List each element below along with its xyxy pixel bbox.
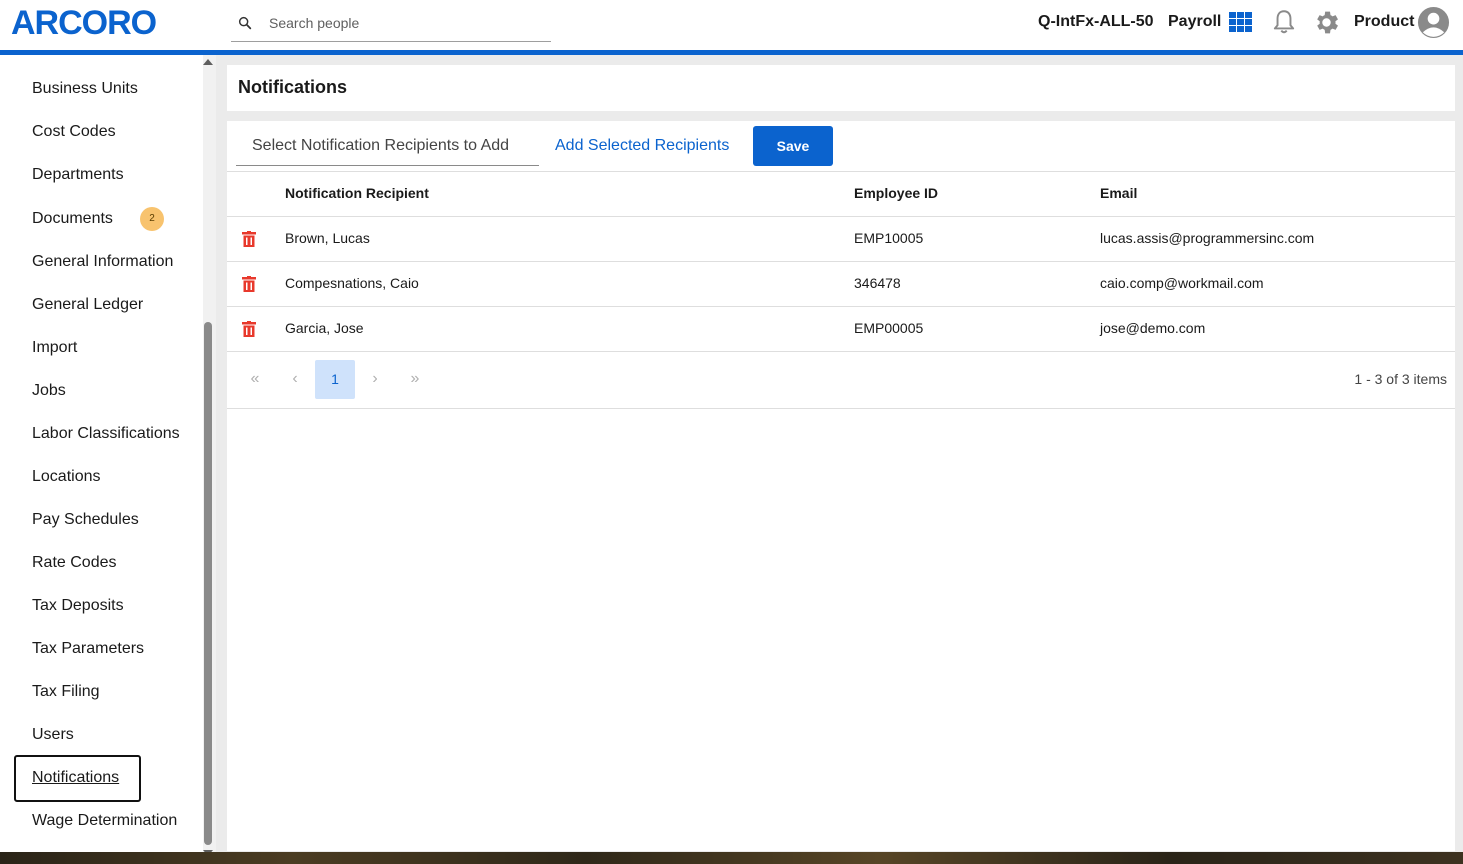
sidebar-item-tax-filing[interactable]: Tax Filing [32,683,100,701]
recipient-name: Compesnations, Caio [285,275,419,291]
sidebar-item-users[interactable]: Users [32,726,74,744]
documents-count-badge: 2 [140,207,164,231]
header-accent-bar [0,50,1463,55]
sidebar-item-cost-codes[interactable]: Cost Codes [32,123,116,141]
table-divider [227,171,1455,172]
sidebar-item-general-ledger[interactable]: General Ledger [32,296,143,314]
employee-email: caio.comp@workmail.com [1100,275,1264,291]
user-name[interactable]: Product [1354,13,1414,31]
column-header-recipient[interactable]: Notification Recipient [285,185,429,201]
sidebar-item-pay-schedules[interactable]: Pay Schedules [32,511,139,529]
pager-prev-button[interactable]: ‹ [275,360,315,399]
page-title: Notifications [238,77,348,97]
delete-trash-icon[interactable] [242,231,256,247]
sidebar-item-jobs[interactable]: Jobs [32,382,66,400]
delete-trash-icon[interactable] [242,276,256,292]
search-icon [238,16,252,30]
sidebar-scroll-thumb[interactable] [204,322,212,845]
title-panel: Notifications [227,65,1455,111]
top-header: ARCORO Q-IntFx-ALL-50 Payroll Product [0,0,1463,50]
employee-id: 346478 [854,275,901,291]
column-header-email[interactable]: Email [1100,185,1137,201]
table-row-divider [227,351,1455,352]
sidebar-item-notifications[interactable]: Notifications [14,755,141,802]
employee-id: EMP00005 [854,320,924,336]
company-selector[interactable]: Q-IntFx-ALL-50 [1038,13,1154,31]
employee-id: EMP10005 [854,230,924,246]
pager-last-button[interactable]: » [395,360,435,399]
delete-trash-icon[interactable] [242,321,256,337]
sidebar-item-business-units[interactable]: Business Units [32,80,138,98]
sidebar-item-general-information[interactable]: General Information [32,253,173,271]
recipient-select[interactable]: Select Notification Recipients to Add [236,126,539,166]
app-grid-icon[interactable] [1229,12,1253,32]
product-label[interactable]: Payroll [1168,13,1221,31]
sidebar-item-tax-deposits[interactable]: Tax Deposits [32,597,124,615]
bell-icon[interactable] [1271,8,1297,36]
save-button[interactable]: Save [753,126,833,166]
sidebar-item-import[interactable]: Import [32,339,77,357]
background-strip [0,852,1463,864]
pager-info: 1 - 3 of 3 items [1354,371,1447,387]
sidebar-item-departments[interactable]: Departments [32,166,124,184]
employee-email: lucas.assis@programmersinc.com [1100,230,1315,246]
table-divider [227,408,1455,409]
sidebar: Business Units Cost Codes Departments Do… [0,55,203,852]
table-divider [227,216,1455,217]
sidebar-item-labor-classifications[interactable]: Labor Classifications [32,425,180,443]
recipient-select-placeholder: Select Notification Recipients to Add [252,137,510,154]
table-row-divider [227,261,1455,262]
add-selected-recipients-button[interactable]: Add Selected Recipients [555,137,729,155]
sidebar-item-locations[interactable]: Locations [32,468,101,486]
search-box[interactable] [231,6,551,42]
sidebar-item-rate-codes[interactable]: Rate Codes [32,554,117,572]
scroll-up-arrow-icon[interactable] [203,59,213,65]
employee-email: jose@demo.com [1100,320,1206,336]
recipient-name: Garcia, Jose [285,320,364,336]
pager-next-button[interactable]: › [355,360,395,399]
pager-first-button[interactable]: « [235,360,275,399]
gear-icon[interactable] [1312,8,1341,37]
arcoro-logo[interactable]: ARCORO [11,4,157,43]
search-input[interactable] [269,10,539,36]
notifications-panel: Select Notification Recipients to Add Ad… [227,121,1455,851]
avatar-icon[interactable] [1417,6,1450,39]
sidebar-item-wage-determination[interactable]: Wage Determination [32,812,177,830]
sidebar-item-documents[interactable]: Documents [32,210,113,228]
sidebar-item-tax-parameters[interactable]: Tax Parameters [32,640,144,658]
table-row-divider [227,306,1455,307]
pager-page-button[interactable]: 1 [315,360,355,399]
column-header-employee-id[interactable]: Employee ID [854,185,938,201]
recipient-name: Brown, Lucas [285,230,370,246]
